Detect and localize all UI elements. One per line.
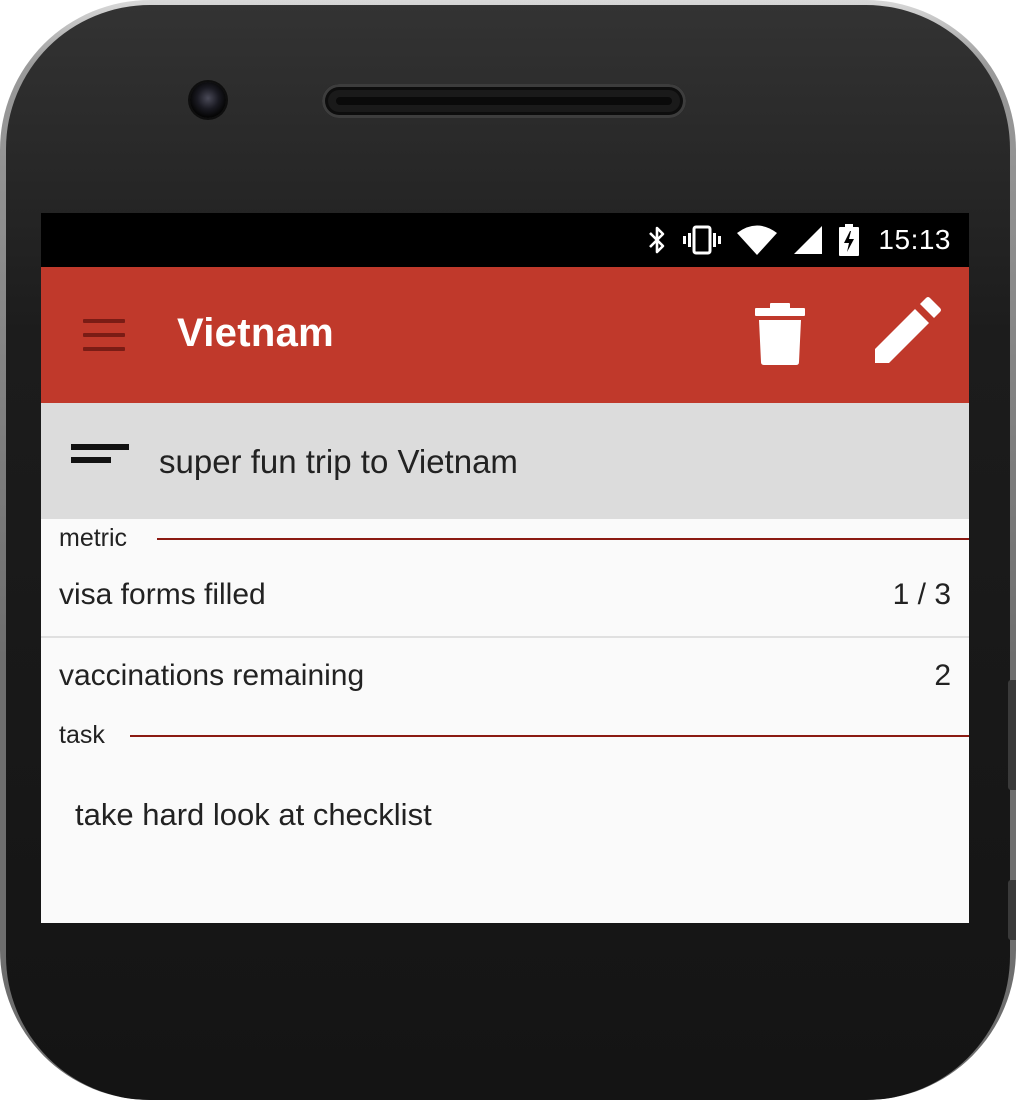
earpiece-speaker bbox=[322, 84, 686, 118]
status-bar: 15:13 bbox=[41, 213, 969, 267]
metric-value: 1 / 3 bbox=[892, 578, 951, 611]
signal-icon bbox=[794, 226, 823, 254]
battery-charging-icon bbox=[839, 224, 860, 256]
section-header-metric: metric bbox=[41, 524, 969, 554]
section-header-task: task bbox=[41, 721, 969, 751]
edit-button[interactable] bbox=[871, 297, 941, 367]
task-item[interactable]: take hard look at checklist bbox=[75, 797, 432, 833]
power-button bbox=[1008, 880, 1016, 940]
section-label: task bbox=[59, 721, 105, 749]
metric-label: vaccinations remaining bbox=[59, 659, 365, 692]
edit-pencil-icon bbox=[875, 297, 941, 363]
app-bar: Vietnam bbox=[41, 267, 969, 403]
wifi-icon bbox=[737, 225, 778, 255]
vibrate-icon bbox=[683, 225, 722, 255]
status-time: 15:13 bbox=[878, 224, 951, 255]
app-screen: 15:13 Vietnam super fun trip to Vietnam … bbox=[41, 213, 969, 923]
delete-button[interactable] bbox=[753, 301, 807, 367]
volume-button bbox=[1008, 680, 1016, 790]
metric-row[interactable]: vaccinations remaining 2 bbox=[41, 637, 969, 717]
front-camera bbox=[190, 82, 226, 118]
page-title: Vietnam bbox=[177, 311, 334, 355]
delete-icon bbox=[755, 303, 805, 365]
hamburger-menu-icon[interactable] bbox=[81, 315, 127, 355]
section-divider-line bbox=[157, 538, 969, 540]
description-text: super fun trip to Vietnam bbox=[159, 443, 518, 480]
metric-row[interactable]: visa forms filled 1 / 3 bbox=[41, 556, 969, 636]
short-text-icon bbox=[71, 444, 129, 463]
metric-label: visa forms filled bbox=[59, 578, 266, 611]
bluetooth-icon bbox=[649, 226, 665, 254]
section-label: metric bbox=[59, 524, 128, 552]
metric-value: 2 bbox=[934, 659, 951, 692]
section-divider-line bbox=[130, 735, 969, 737]
description-bar: super fun trip to Vietnam bbox=[41, 403, 969, 519]
